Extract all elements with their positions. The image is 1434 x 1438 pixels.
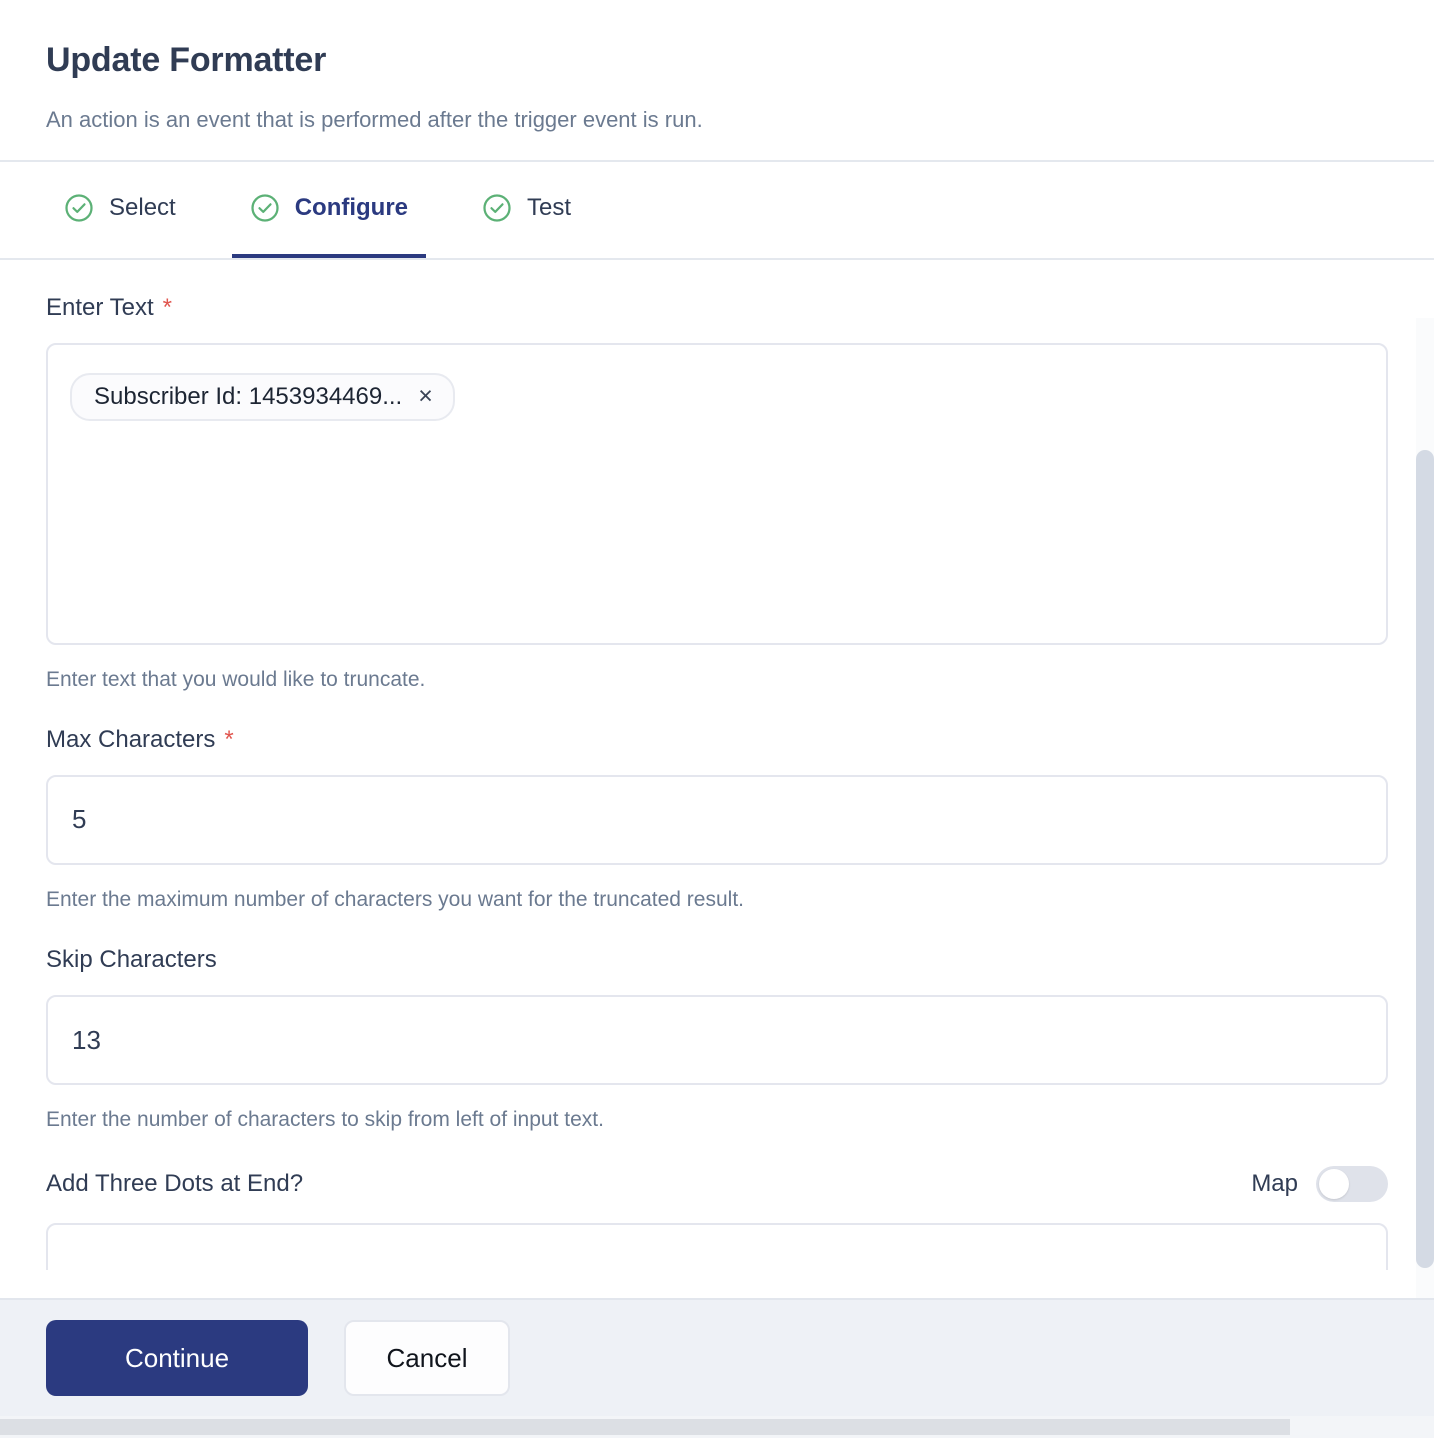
horizontal-scrollbar-track[interactable] [0,1416,1434,1438]
field-add-three-dots: Add Three Dots at End? Map [46,1132,1388,1270]
tab-test[interactable]: Test [464,162,589,258]
cancel-button[interactable]: Cancel [344,1320,510,1396]
enter-text-input[interactable]: Subscriber Id: 1453934469... × [46,342,1388,645]
vertical-scrollbar-thumb[interactable] [1416,450,1434,1268]
enter-text-label: Enter Text * [46,294,1388,322]
token-chip[interactable]: Subscriber Id: 1453934469... × [70,372,455,421]
map-toggle-knob [1319,1169,1349,1200]
form-scroll-area[interactable]: Enter Text * Subscriber Id: 1453934469..… [0,260,1434,1270]
horizontal-scrollbar-thumb[interactable] [0,1419,1290,1435]
required-asterisk: * [162,293,172,321]
max-characters-helper: Enter the maximum number of characters y… [46,887,744,911]
skip-characters-label: Skip Characters [46,946,1388,974]
skip-characters-input[interactable]: 13 [46,995,1388,1086]
tab-test-label: Test [527,193,572,221]
check-circle-icon [64,193,94,223]
max-characters-label: Max Characters * [46,726,1388,754]
wizard-tabs: Select Configure Test [0,162,1434,258]
field-skip-characters: Skip Characters 13 Enter the number of c… [46,912,1388,1132]
vertical-scrollbar-track[interactable] [1416,318,1434,1310]
modal-footer: Continue Cancel [0,1298,1434,1416]
map-toggle-group: Map [1251,1166,1388,1203]
max-characters-label-text: Max Characters [46,725,216,753]
continue-button[interactable]: Continue [46,1320,308,1396]
tab-select[interactable]: Select [46,162,194,258]
close-icon[interactable]: × [418,384,433,409]
modal-header: Update Formatter An action is an event t… [0,0,1434,160]
add-three-dots-select[interactable] [46,1223,1388,1270]
required-asterisk: * [224,725,234,753]
add-three-dots-label-text: Add Three Dots at End? [46,1170,304,1198]
page-subtitle: An action is an event that is performed … [46,107,703,133]
page-title: Update Formatter [46,41,327,79]
map-toggle[interactable] [1316,1166,1388,1203]
max-characters-input[interactable]: 5 [46,774,1388,865]
tab-configure[interactable]: Configure [231,162,427,258]
check-circle-icon [482,193,512,223]
field-max-characters: Max Characters * 5 Enter the maximum num… [46,692,1388,912]
tab-select-label: Select [109,193,176,221]
field-enter-text: Enter Text * Subscriber Id: 1453934469..… [46,260,1388,692]
tab-configure-label: Configure [294,193,409,221]
add-three-dots-label-row: Add Three Dots at End? Map [46,1166,1388,1203]
token-chip-label: Subscriber Id: 1453934469... [94,382,403,410]
enter-text-helper: Enter text that you would like to trunca… [46,667,426,691]
check-circle-icon [250,193,280,223]
skip-characters-helper: Enter the number of characters to skip f… [46,1108,604,1132]
enter-text-label-text: Enter Text [46,293,154,321]
map-label: Map [1251,1170,1298,1198]
add-three-dots-label: Add Three Dots at End? [46,1170,303,1198]
skip-characters-label-text: Skip Characters [46,946,217,974]
